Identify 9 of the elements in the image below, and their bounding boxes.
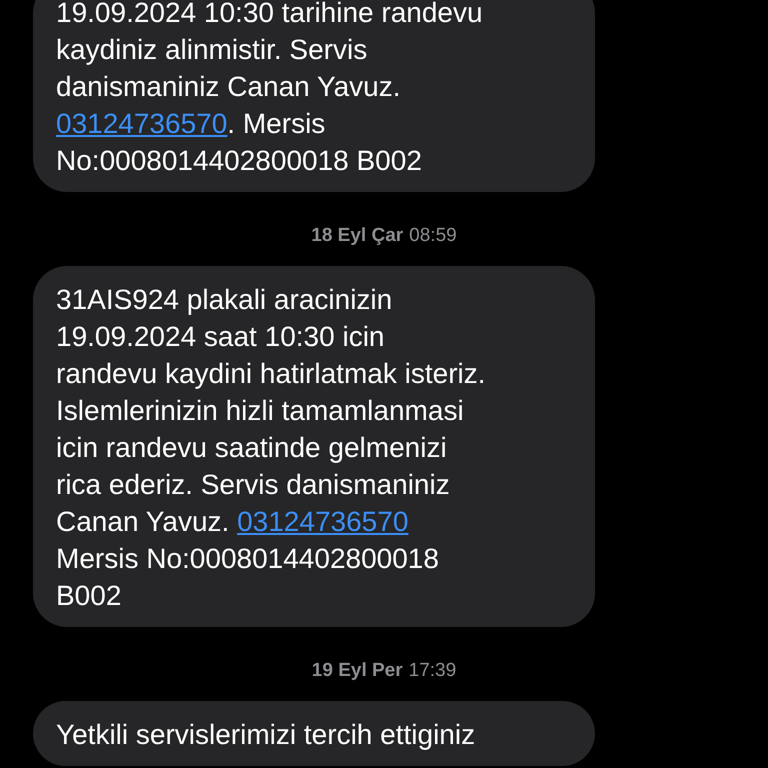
- phone-link[interactable]: 03124736570: [237, 506, 408, 537]
- message-text: 31AIS924 plakali aracinizin 19.09.2024 saat 10:30 icin randevu kaydini hatirlatmak isteriz. Islemlerinizin hizli tamamlanmasi icin randevu saatinde gelmenizi rica ederiz. Servis danismaniniz Canan Yavuz. 03124736570 Mersis No:0008014402800018 B002: [56, 283, 487, 613]
- timestamp-time: 17:39: [408, 659, 456, 683]
- phone-link[interactable]: 03124736570: [56, 108, 228, 139]
- timestamp-day: 18 Eyl Çar: [311, 224, 404, 248]
- timestamp-time: 08:59: [409, 224, 457, 248]
- message-text: Yetkili servislerimizi tercih ettiginiz: [56, 718, 476, 752]
- timestamp-day: 19 Eyl Per: [312, 659, 403, 683]
- message-text: 19.09.2024 10:30 tarihine randevu kaydiniz alinmistir. Servis danismaniniz Canan Yavuz. 03124736570. Mersis No:0008014402800018 B002: [56, 0, 484, 178]
